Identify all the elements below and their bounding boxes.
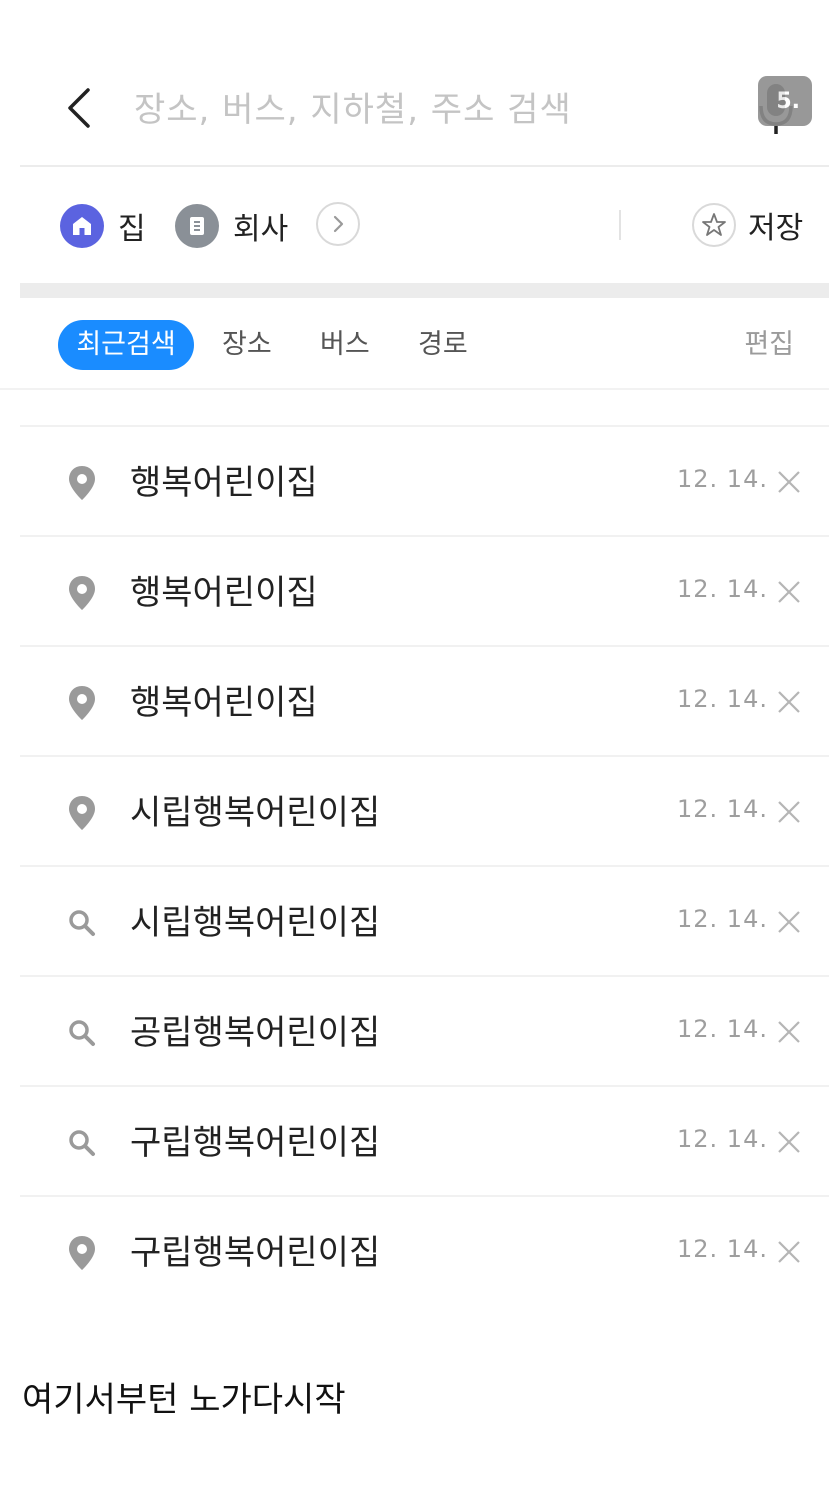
tab-place[interactable]: 장소: [222, 320, 272, 370]
delete-close-icon[interactable]: [774, 577, 804, 607]
recent-item-date: 12. 14.: [677, 1125, 768, 1153]
delete-close-icon[interactable]: [774, 797, 804, 827]
recent-item-name: 행복어린이집: [130, 573, 318, 613]
location-pin-icon: [64, 1233, 100, 1273]
recent-item-date: 12. 14.: [677, 685, 768, 713]
overlay-number-badge: 5.: [758, 76, 812, 126]
more-shortcuts-button[interactable]: [316, 202, 360, 246]
divider: [619, 210, 621, 240]
delete-close-icon[interactable]: [774, 1237, 804, 1267]
location-pin-icon: [64, 683, 100, 723]
recent-list-item[interactable]: 시립행복어린이집 12. 14.: [20, 865, 829, 975]
search-bar: 5.: [20, 50, 829, 167]
work-label: 회사: [233, 212, 289, 247]
star-icon: [692, 203, 736, 247]
recent-list-item[interactable]: 공립행복어린이집 12. 14.: [20, 975, 829, 1085]
recent-item-date: 12. 14.: [677, 795, 768, 823]
magnifier-icon: [64, 1123, 100, 1163]
recent-list-item[interactable]: 구립행복어린이집 12. 14.: [20, 1195, 829, 1305]
recent-item-name: 행복어린이집: [130, 683, 318, 723]
search-input[interactable]: [132, 82, 696, 138]
tab-bus[interactable]: 버스: [320, 320, 370, 370]
location-pin-icon: [64, 463, 100, 503]
section-divider: [20, 283, 829, 298]
caption-text: 여기서부턴 노가다시작: [22, 1380, 346, 1420]
delete-close-icon[interactable]: [774, 687, 804, 717]
home-shortcut[interactable]: 집: [60, 202, 146, 250]
delete-close-icon[interactable]: [774, 907, 804, 937]
recent-item-name: 공립행복어린이집: [130, 1013, 381, 1053]
location-pin-icon: [64, 573, 100, 613]
recent-list-item[interactable]: 행복어린이집 12. 14.: [20, 645, 829, 755]
recent-item-name: 구립행복어린이집: [130, 1123, 381, 1163]
recent-search-list: 행복어린이집 12. 14. 행복어린이집 12. 14. 행복어린이집 12. 14. 시…: [20, 425, 829, 1305]
delete-close-icon[interactable]: [774, 467, 804, 497]
voice-search-button[interactable]: 5.: [756, 76, 812, 138]
back-button[interactable]: [58, 78, 108, 138]
chevron-left-icon: [68, 88, 90, 128]
recent-list-item[interactable]: 행복어린이집 12. 14.: [20, 425, 829, 535]
magnifier-icon: [64, 903, 100, 943]
recent-item-name: 시립행복어린이집: [130, 793, 381, 833]
recent-item-date: 12. 14.: [677, 575, 768, 603]
location-pin-icon: [64, 793, 100, 833]
edit-button[interactable]: 편집: [744, 320, 794, 370]
recent-list-item[interactable]: 시립행복어린이집 12. 14.: [20, 755, 829, 865]
history-tabs: 최근검색 장소 버스 경로 편집: [0, 300, 829, 390]
chevron-right-icon: [333, 215, 344, 233]
recent-item-name: 구립행복어린이집: [130, 1233, 381, 1273]
delete-close-icon[interactable]: [774, 1017, 804, 1047]
favorites-shortcut-row: 집 회사 저장: [0, 180, 829, 280]
search-screen: 5. 집 회사: [0, 0, 829, 1487]
recent-item-name: 시립행복어린이집: [130, 903, 381, 943]
recent-item-date: 12. 14.: [677, 1235, 768, 1263]
work-shortcut[interactable]: 회사: [175, 202, 288, 250]
recent-item-name: 행복어린이집: [130, 463, 318, 503]
home-label: 집: [118, 212, 146, 247]
recent-list-item[interactable]: 행복어린이집 12. 14.: [20, 535, 829, 645]
tab-route[interactable]: 경로: [418, 320, 468, 370]
recent-item-date: 12. 14.: [677, 465, 768, 493]
recent-item-date: 12. 14.: [677, 905, 768, 933]
building-icon: [175, 204, 219, 248]
recent-list-item[interactable]: 구립행복어린이집 12. 14.: [20, 1085, 829, 1195]
recent-item-date: 12. 14.: [677, 1015, 768, 1043]
magnifier-icon: [64, 1013, 100, 1053]
home-icon: [60, 204, 104, 248]
delete-close-icon[interactable]: [774, 1127, 804, 1157]
saved-places-button[interactable]: 저장: [692, 200, 803, 250]
save-label: 저장: [748, 211, 804, 246]
tab-recent-search[interactable]: 최근검색: [58, 320, 194, 370]
